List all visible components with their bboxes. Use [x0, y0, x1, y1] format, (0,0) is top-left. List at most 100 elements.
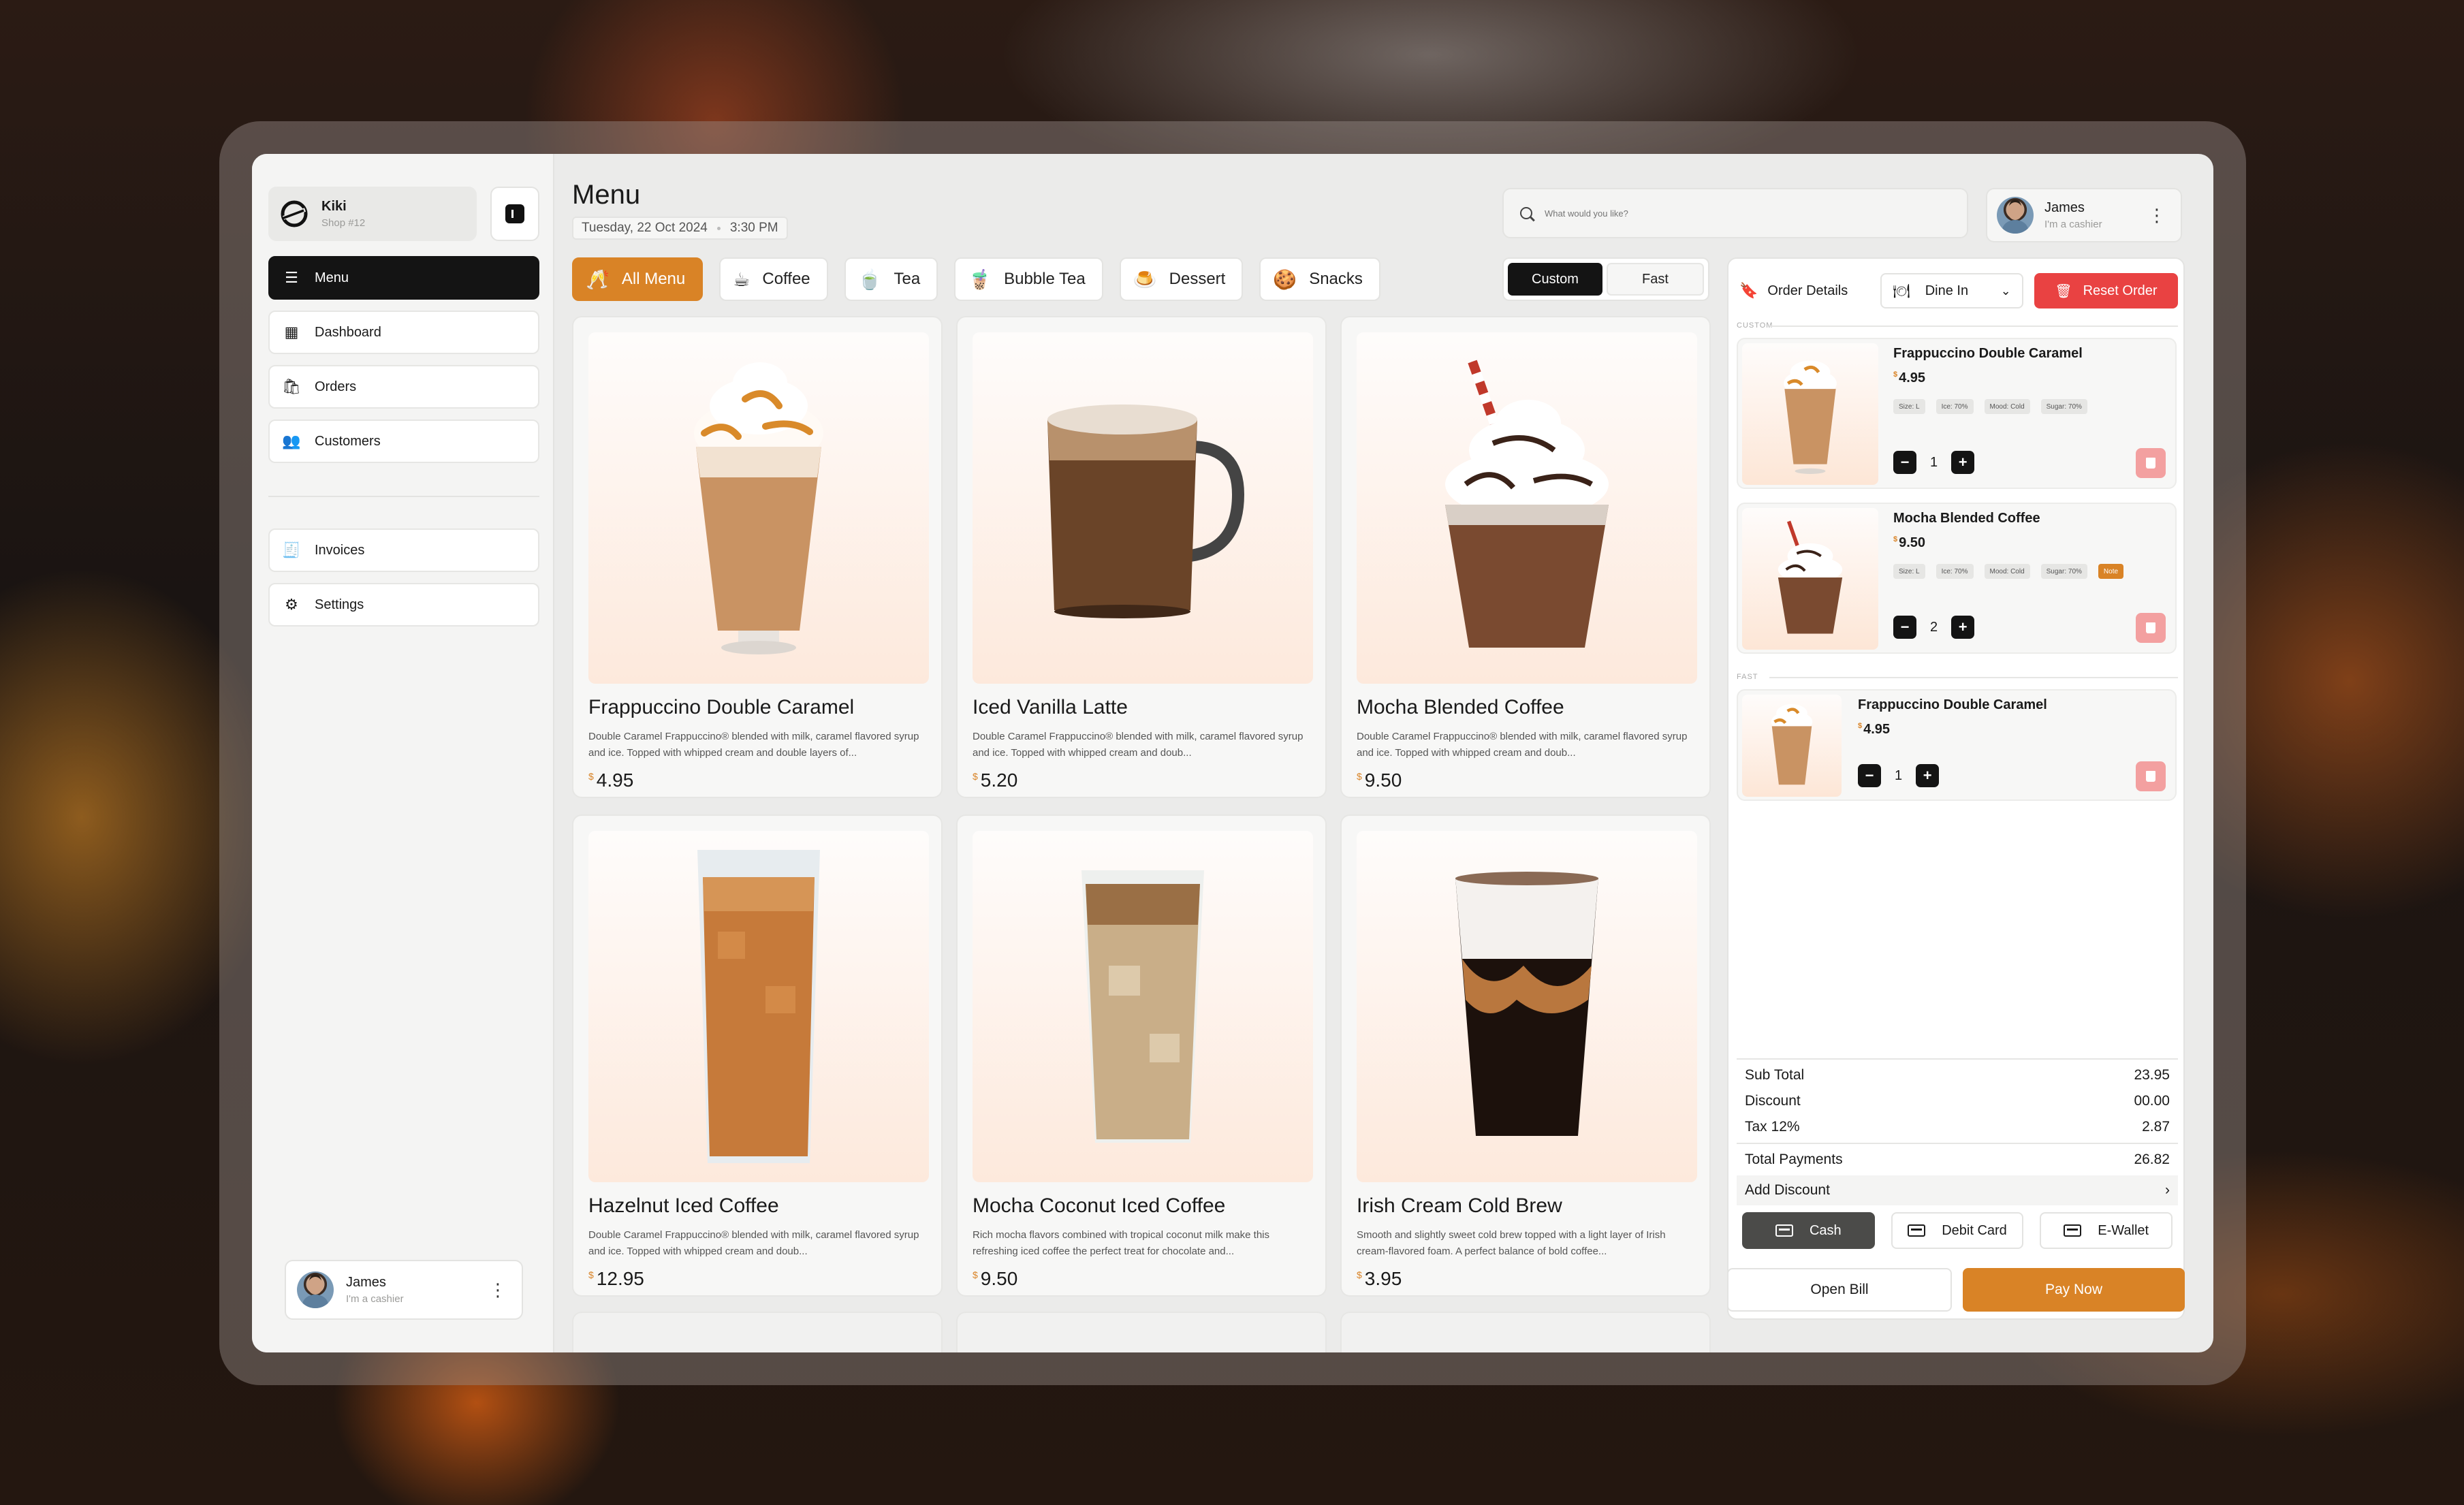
frappuccino-caramel-image	[1784, 360, 1837, 474]
more-options-icon[interactable]: ⋮	[489, 1280, 507, 1301]
sub-total-label: Sub Total	[1745, 1067, 1805, 1083]
reset-label: Reset Order	[2083, 283, 2158, 298]
increase-quantity-button[interactable]: +	[1916, 764, 1940, 787]
chevron-right-icon: ›	[2165, 1182, 2170, 1198]
sidebar-user-card[interactable]: James I'm a cashier ⋮	[285, 1260, 523, 1320]
remove-item-button[interactable]	[2136, 761, 2166, 791]
tab-label: All Menu	[621, 270, 686, 288]
quantity-stepper: − 2 +	[1893, 616, 1975, 639]
price-value: 3.95	[1364, 1268, 1402, 1289]
search-icon	[1520, 207, 1532, 219]
remove-item-button[interactable]	[2136, 613, 2166, 643]
order-item-options: Size: L Ice: 70% Mood: Cold Sugar: 70% N…	[1893, 564, 2124, 579]
product-price: $ 9.50	[973, 1268, 1017, 1290]
order-item[interactable]: Mocha Blended Coffee $ 9.50 Size: L Ice:…	[1737, 503, 2177, 654]
mode-custom-button[interactable]: Custom	[1508, 263, 1602, 296]
price-value: 5.20	[980, 770, 1018, 791]
more-options-icon[interactable]: ⋮	[2148, 205, 2166, 226]
product-description: Rich mocha flavors combined with tropica…	[973, 1229, 1270, 1257]
quantity-value: 2	[1930, 619, 1938, 635]
payment-debit-card-button[interactable]: Debit Card	[1891, 1212, 2024, 1249]
currency-symbol: $	[588, 771, 594, 782]
mocha-blended-coffee-image	[1778, 520, 1843, 634]
order-title-text: Order Details	[1767, 283, 1848, 298]
date-time-chip: Tuesday, 22 Oct 2024 3:30 PM	[572, 217, 788, 240]
order-item-name: Frappuccino Double Caramel	[1858, 697, 2047, 712]
order-item-price: $ 4.95	[1893, 370, 1925, 386]
product-card[interactable]: Frappuccino Double Caramel Double Carame…	[572, 316, 943, 798]
tab-label: Snacks	[1309, 270, 1363, 288]
tab-snacks[interactable]: 🍪 Snacks	[1259, 257, 1380, 301]
payment-cash-button[interactable]: Cash	[1742, 1212, 1875, 1249]
sidebar-item-settings[interactable]: ⚙ Settings	[268, 583, 539, 627]
tab-tea[interactable]: 🍵 Tea	[844, 257, 938, 301]
dine-in-icon: 🍽	[1893, 283, 1910, 299]
menu-icon: ☰	[285, 269, 298, 286]
section-label-fast: FAST	[1737, 673, 1758, 681]
product-name: Mocha Coconut Iced Coffee	[973, 1194, 1226, 1217]
sidebar-item-customers[interactable]: 👥 Customers	[268, 419, 539, 463]
product-name: Irish Cream Cold Brew	[1357, 1194, 1562, 1217]
currency-symbol: $	[1893, 370, 1898, 379]
reset-order-button[interactable]: 🗑 Reset Order	[2034, 273, 2178, 308]
orders-icon: 🛍	[282, 378, 301, 395]
header-user-card[interactable]: James I'm a cashier ⋮	[1986, 188, 2182, 242]
sidebar-item-menu[interactable]: ☰ Menu	[268, 256, 539, 300]
option-tag: Sugar: 70%	[2040, 399, 2087, 414]
sidebar-item-dashboard[interactable]: ▦ Dashboard	[268, 311, 539, 354]
increase-quantity-button[interactable]: +	[1951, 451, 1975, 474]
order-item-image	[1742, 343, 1878, 485]
product-image	[973, 831, 1313, 1182]
order-item-name: Frappuccino Double Caramel	[1893, 346, 2083, 361]
increase-quantity-button[interactable]: +	[1951, 616, 1975, 639]
decrease-quantity-button[interactable]: −	[1893, 451, 1916, 474]
product-price: $ 4.95	[588, 770, 633, 791]
pay-now-button[interactable]: Pay Now	[1963, 1268, 2185, 1312]
remove-item-button[interactable]	[2136, 448, 2166, 478]
product-card[interactable]: Mocha Coconut Iced Coffee Rich mocha fla…	[956, 814, 1327, 1297]
sidebar-item-label: Menu	[315, 270, 349, 285]
mocha-coconut-iced-coffee-image	[1081, 870, 1204, 1143]
sidebar-item-orders[interactable]: 🛍 Orders	[268, 365, 539, 409]
decrease-quantity-button[interactable]: −	[1858, 764, 1881, 787]
decrease-quantity-button[interactable]: −	[1893, 616, 1916, 639]
mode-fast-button[interactable]: Fast	[1607, 263, 1704, 296]
price-value: 9.50	[1899, 535, 1926, 550]
tab-dessert[interactable]: 🍮 Dessert	[1119, 257, 1244, 301]
tab-coffee[interactable]: ☕ Coffee	[719, 257, 828, 301]
payment-label: Cash	[1809, 1222, 1842, 1238]
sidebar-toggle-icon	[505, 204, 524, 223]
search-input[interactable]	[1545, 208, 1926, 219]
currency-symbol: $	[588, 1269, 594, 1280]
tab-bubble-tea[interactable]: 🧋 Bubble Tea	[954, 257, 1103, 301]
order-item[interactable]: Frappuccino Double Caramel $ 4.95 − 1 +	[1737, 689, 2177, 801]
note-tag[interactable]: Note	[2098, 564, 2124, 579]
product-card-partial[interactable]	[572, 1312, 943, 1352]
search-bar[interactable]	[1502, 188, 1968, 238]
payment-e-wallet-button[interactable]: E-Wallet	[2040, 1212, 2173, 1249]
open-bill-button[interactable]: Open Bill	[1727, 1268, 1952, 1312]
total-value: 26.82	[2134, 1152, 2170, 1167]
product-card[interactable]: Hazelnut Iced Coffee Double Caramel Frap…	[572, 814, 943, 1297]
product-card[interactable]: Iced Vanilla Latte Double Caramel Frappu…	[956, 316, 1327, 798]
product-card[interactable]: Irish Cream Cold Brew Smooth and slightl…	[1340, 814, 1711, 1297]
customers-icon: 👥	[282, 432, 301, 449]
product-card-partial[interactable]	[1340, 1312, 1711, 1352]
bubble-tea-icon: 🧋	[968, 268, 992, 290]
add-discount-label: Add Discount	[1745, 1182, 1830, 1198]
sidebar-item-label: Invoices	[315, 542, 365, 558]
tab-all-menu[interactable]: 🥂 All Menu	[572, 257, 704, 301]
product-card[interactable]: Mocha Blended Coffee Double Caramel Frap…	[1340, 316, 1711, 798]
dine-mode-select[interactable]: 🍽 Dine In ⌄	[1880, 273, 2023, 308]
shop-switcher[interactable]: Kiki Shop #12	[268, 187, 477, 241]
payment-label: E-Wallet	[2098, 1222, 2149, 1238]
add-discount-button[interactable]: Add Discount ›	[1737, 1175, 2178, 1205]
tab-label: Bubble Tea	[1004, 270, 1086, 288]
collapse-sidebar-button[interactable]	[490, 187, 539, 241]
order-item[interactable]: Frappuccino Double Caramel $ 4.95 Size: …	[1737, 338, 2177, 489]
product-card-partial[interactable]	[956, 1312, 1327, 1352]
dashboard-icon: ▦	[284, 323, 299, 340]
sidebar-item-invoices[interactable]: 🧾 Invoices	[268, 528, 539, 572]
sidebar-item-label: Customers	[315, 433, 381, 449]
dine-mode-value: Dine In	[1925, 283, 1969, 298]
